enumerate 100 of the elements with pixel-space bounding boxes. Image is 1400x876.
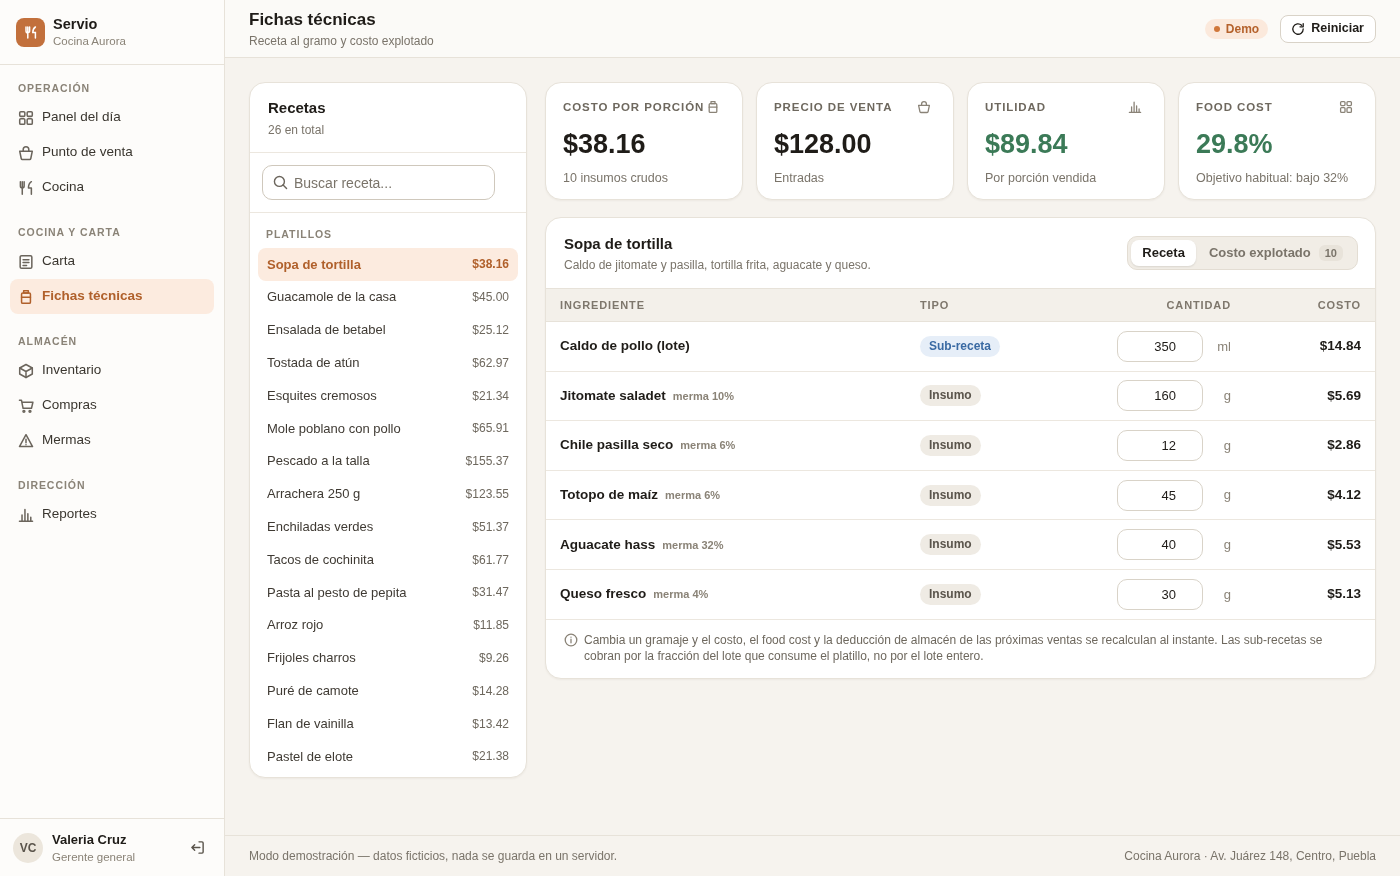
recipe-cost: $13.42 xyxy=(472,715,509,733)
recipe-item[interactable]: Puré de camote $14.28 xyxy=(258,674,518,708)
quantity-field[interactable]: 30 xyxy=(1117,578,1203,610)
recipe-name: Guacamole de la casa xyxy=(267,288,397,307)
avatar: VC xyxy=(13,832,43,863)
column-header: CANTIDAD xyxy=(1166,297,1231,313)
recipe-cost: $65.91 xyxy=(472,420,509,438)
unit-label: ml xyxy=(1216,337,1231,356)
sidebar-item[interactable]: Carta xyxy=(10,244,214,279)
waste-label: merma 6% xyxy=(680,438,736,454)
kpi-value: $128.00 xyxy=(774,128,873,160)
recipe-item[interactable]: Pastel de elote $21.38 xyxy=(258,739,518,773)
ingredient-name: Totopo de maíz xyxy=(560,485,658,504)
sidebar-item[interactable]: Punto de venta xyxy=(10,135,214,170)
recipe-item[interactable]: Frijoles charros $9.26 xyxy=(258,641,518,675)
recipe-item[interactable]: Tostada de atún $62.97 xyxy=(258,346,518,380)
recipe-name: Tostada de atún xyxy=(267,354,360,373)
recipe-cost: $51.37 xyxy=(472,518,509,536)
sidebar-item[interactable]: Fichas técnicas xyxy=(10,279,214,314)
info-icon xyxy=(565,633,577,646)
recipe-title: Sopa de tortilla xyxy=(564,233,674,254)
recipe-name: Flan de vainilla xyxy=(267,714,354,733)
type-badge: Insumo xyxy=(920,534,981,556)
quantity-field[interactable]: 350 xyxy=(1117,330,1203,362)
kpi-note: Objetivo habitual: bajo 32% xyxy=(1196,170,1350,186)
recipe-name: Puré de camote xyxy=(267,682,359,700)
ingredient-cost: $4.12 xyxy=(1327,485,1361,504)
recipe-item[interactable]: Guacamole de la casa $45.00 xyxy=(258,280,518,314)
type-badge: Sub-receta xyxy=(920,335,1001,357)
kpi-value: $89.84 xyxy=(985,128,1069,160)
ingredient-name: Queso fresco xyxy=(560,585,647,604)
recipe-cost: $11.85 xyxy=(473,617,509,635)
search-icon xyxy=(274,176,287,189)
type-badge: Insumo xyxy=(920,484,981,506)
recipe-cost: $21.38 xyxy=(472,748,509,766)
bar-chart-icon xyxy=(1129,101,1141,113)
recipe-name: Frijoles charros xyxy=(267,649,356,668)
panel-title: Recetas xyxy=(268,98,327,118)
recipe-name: Enchiladas verdes xyxy=(267,518,374,536)
unit-label: g xyxy=(1222,585,1231,604)
recipe-name: Mole poblano con pollo xyxy=(267,419,401,438)
sidebar-item[interactable]: Inventario xyxy=(10,353,214,388)
quantity-field[interactable]: 160 xyxy=(1117,380,1203,412)
recipe-item[interactable]: Flan de vainilla $13.42 xyxy=(258,707,518,740)
quantity-field[interactable]: 40 xyxy=(1117,529,1203,561)
quantity-field[interactable]: 45 xyxy=(1117,479,1203,511)
ingredient-cost: $5.69 xyxy=(1327,386,1361,405)
recipe-item[interactable]: Enchiladas verdes $51.37 xyxy=(258,510,518,544)
utensils-logo-icon xyxy=(16,17,45,47)
view-tab[interactable]: Costo explotado 10 xyxy=(1197,240,1354,266)
recipe-name: Ensalada de betabel xyxy=(267,321,386,340)
recipe-name: Tacos de cochinita xyxy=(267,550,374,569)
recipe-cost: $62.97 xyxy=(472,354,509,372)
user-name: Valeria Cruz xyxy=(52,830,128,848)
recipe-item[interactable]: Mole poblano con pollo $65.91 xyxy=(258,412,518,445)
sidebar-item[interactable]: Reportes xyxy=(10,497,214,532)
logout-icon[interactable] xyxy=(191,841,204,854)
recipe-item[interactable]: Ensalada de betabel $25.12 xyxy=(258,313,518,347)
kpi-note: Por porción vendida xyxy=(985,170,1098,186)
kpi-value: $38.16 xyxy=(563,128,647,160)
recipe-item[interactable]: Esquites cremosos $21.34 xyxy=(258,379,518,412)
recipe-count: 26 en total xyxy=(268,122,326,138)
sidebar-item[interactable]: Cocina xyxy=(10,170,214,205)
kpi-label: FOOD COST xyxy=(1196,100,1273,114)
recipe-item[interactable]: Tacos de cochinita $61.77 xyxy=(258,543,518,576)
recipe-item[interactable]: Arrachera 250 g $123.55 xyxy=(258,477,518,511)
ingredient-name: Jitomate saladet xyxy=(560,386,666,405)
recipe-cost: $155.37 xyxy=(465,453,509,471)
view-tab[interactable]: Receta xyxy=(1131,240,1196,266)
jar-icon xyxy=(707,101,719,113)
kpi-note: 10 insumos crudos xyxy=(563,170,669,186)
ingredient-cost: $2.86 xyxy=(1327,436,1361,455)
footer-address: Cocina Aurora · Av. Juárez 148, Centro, Puebla xyxy=(1124,848,1376,865)
brand-subtitle: Cocina Aurora xyxy=(53,34,126,49)
kpi-label: COSTO POR PORCIÓN xyxy=(563,100,705,114)
recipe-item[interactable]: Pasta al pesto de pepita $31.47 xyxy=(258,575,518,609)
count-badge: 10 xyxy=(1318,245,1343,261)
ingredient-cost: $5.13 xyxy=(1327,585,1361,604)
column-header: INGREDIENTE xyxy=(560,297,646,313)
unit-label: g xyxy=(1222,436,1231,455)
sidebar-item[interactable]: Mermas xyxy=(10,423,214,458)
sidebar-item[interactable]: Compras xyxy=(10,388,214,423)
waste-label: merma 4% xyxy=(653,587,709,603)
ingredient-name: Aguacate hass xyxy=(560,535,656,554)
recipe-name: Arrachera 250 g xyxy=(267,485,361,504)
recipe-cost: $31.47 xyxy=(472,584,509,602)
search-field[interactable]: Buscar receta... xyxy=(262,165,495,200)
recipe-item[interactable]: Arroz rojo $11.85 xyxy=(258,608,518,642)
type-badge: Insumo xyxy=(920,435,981,456)
waste-label: merma 6% xyxy=(665,487,721,503)
quantity-field[interactable]: 12 xyxy=(1117,430,1203,461)
cube-icon xyxy=(19,363,33,378)
reset-button[interactable]: Reiniciar xyxy=(1280,14,1376,43)
recipe-item[interactable]: Pescado a la talla $155.37 xyxy=(258,444,518,478)
recipe-item[interactable]: Sopa de tortilla $38.16 xyxy=(258,248,518,281)
recipe-name: Pescado a la talla xyxy=(267,452,370,471)
warning-icon xyxy=(19,433,33,448)
unit-label: g xyxy=(1222,486,1231,505)
info-note: Cambia un gramaje y el costo, el food cost y la deducción de almacén de las próximas ventas se recalculan al instante. Las sub-recetas se cobran por la fracción del lote que consume el platillo, no por el lote entero. xyxy=(584,631,1324,665)
sidebar-item[interactable]: Panel del día xyxy=(10,100,214,135)
